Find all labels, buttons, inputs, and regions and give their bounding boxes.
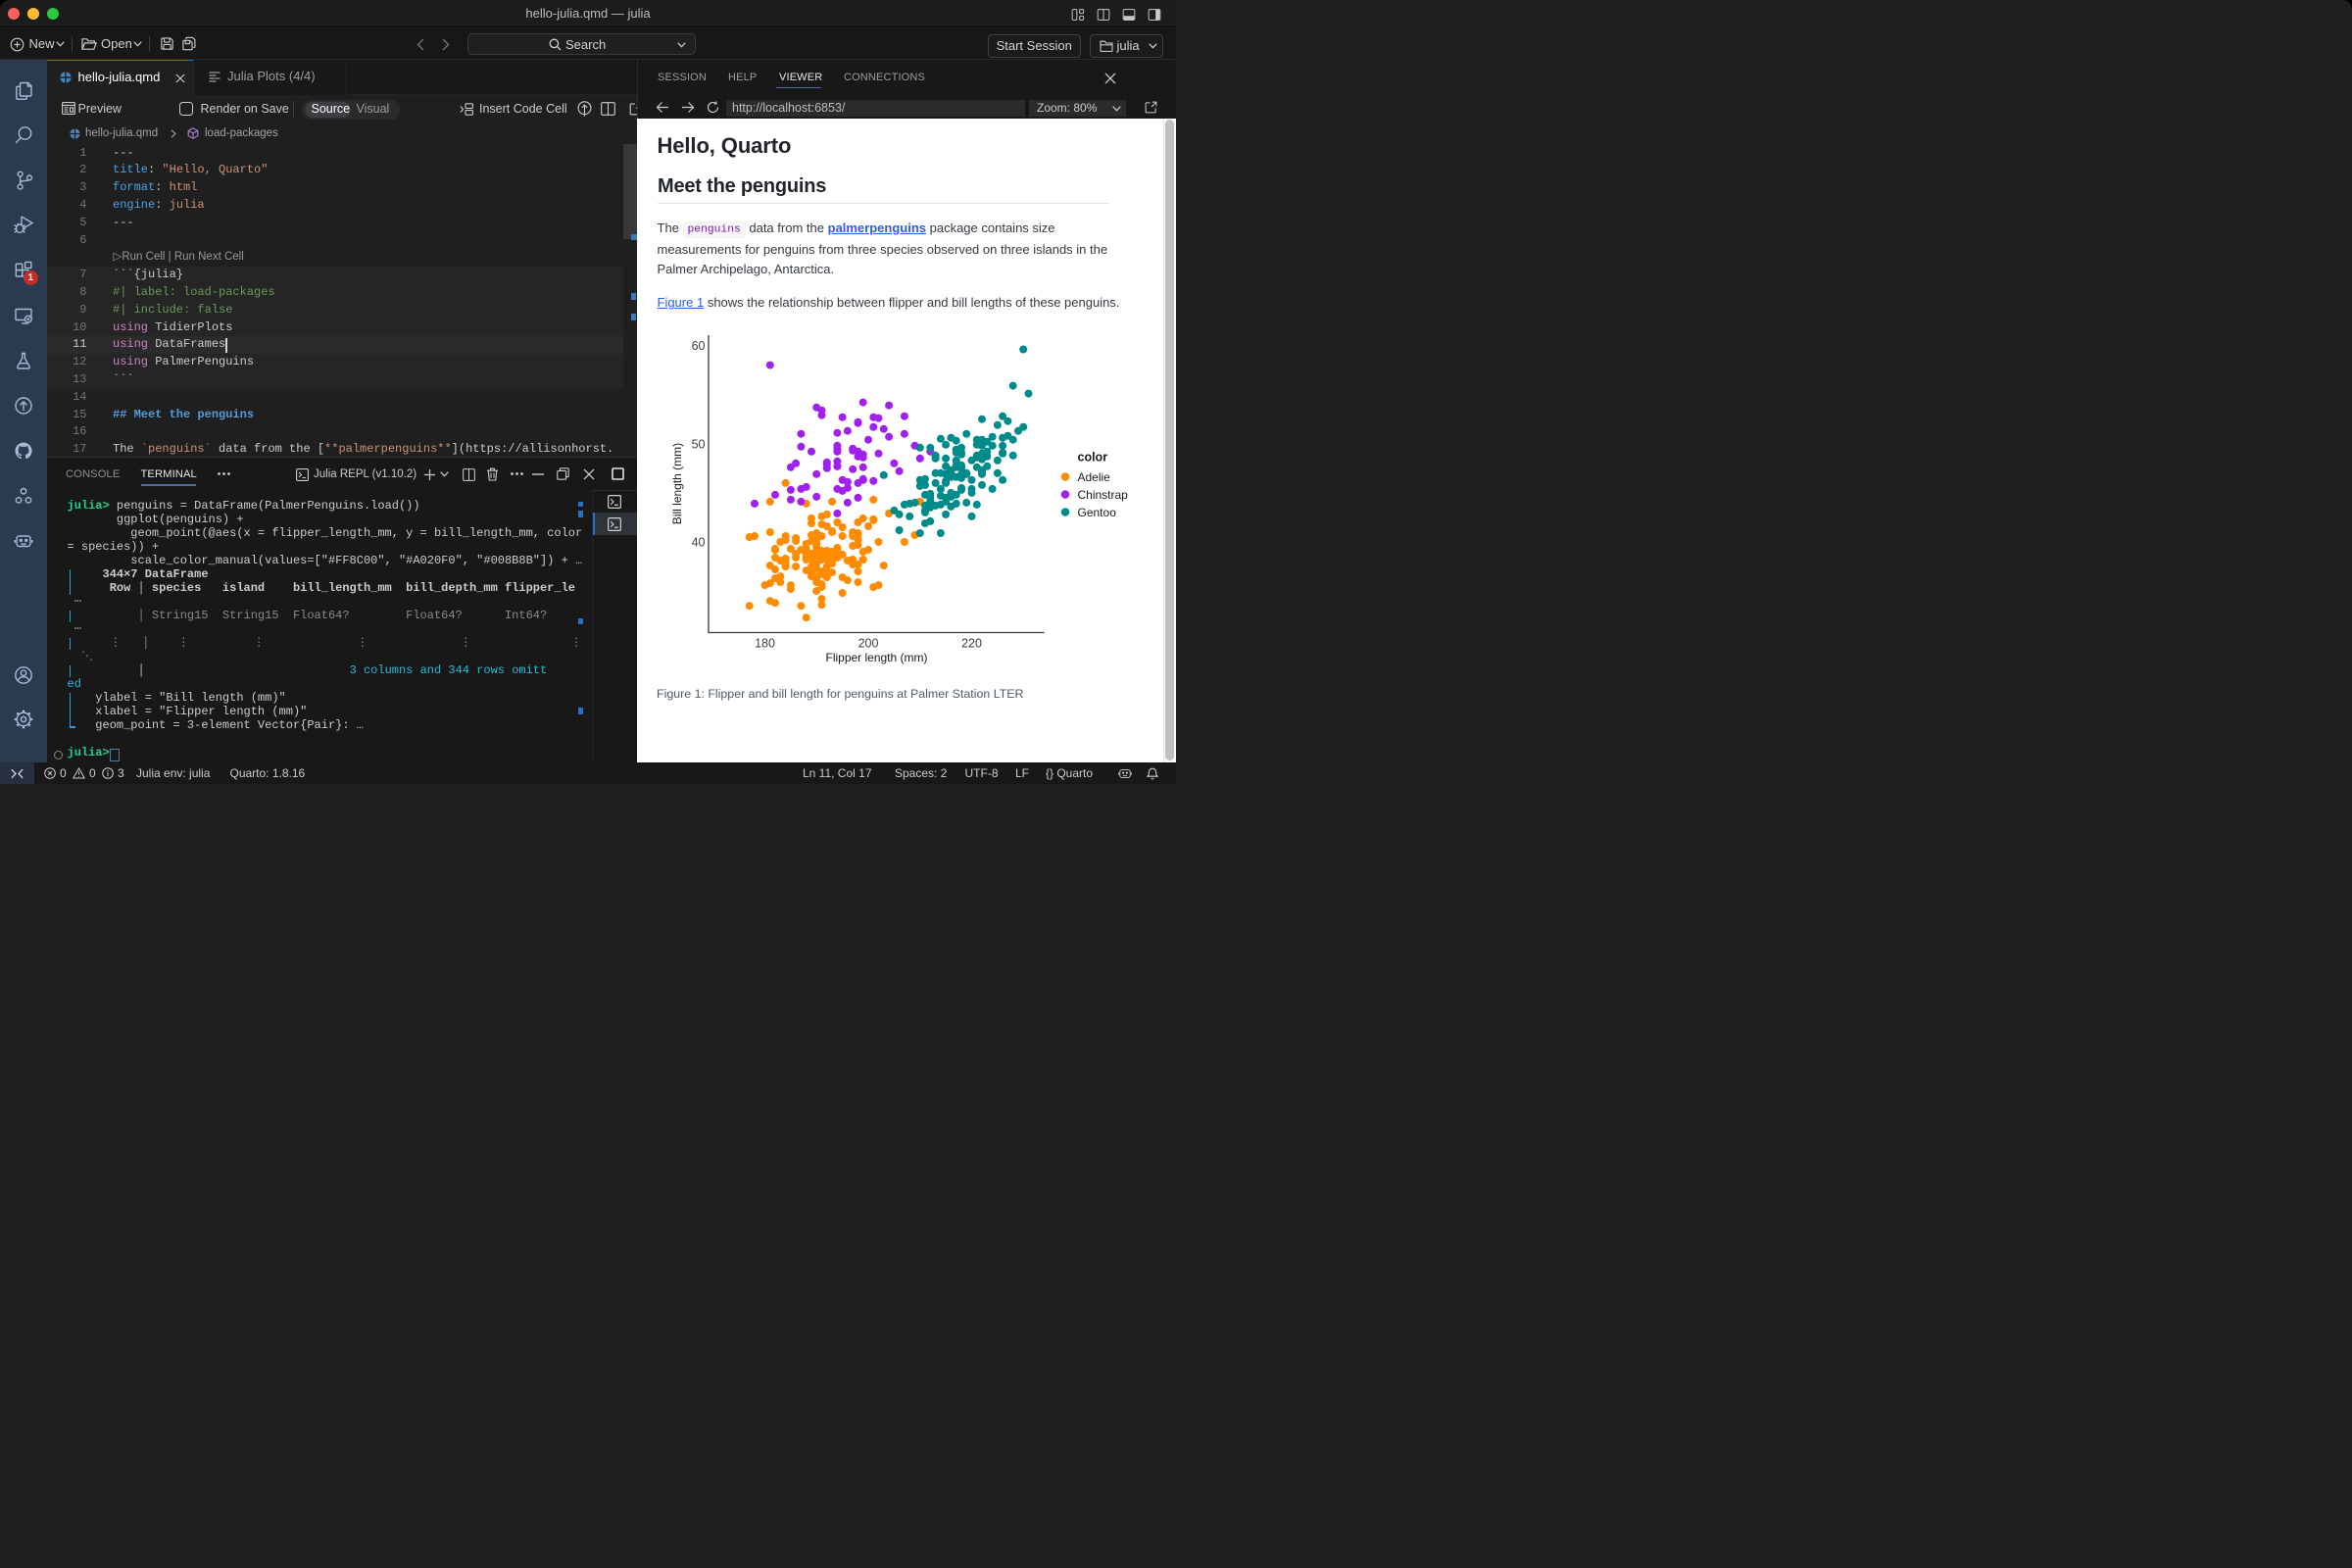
- svg-text:color: color: [1078, 451, 1108, 465]
- svg-text:200: 200: [858, 637, 879, 651]
- svg-text:Chinstrap: Chinstrap: [1078, 488, 1129, 502]
- svg-text:Bill length (mm): Bill length (mm): [670, 443, 684, 524]
- svg-text:60: 60: [692, 339, 706, 353]
- svg-text:40: 40: [692, 536, 706, 550]
- svg-text:Gentoo: Gentoo: [1078, 506, 1117, 519]
- svg-text:50: 50: [692, 437, 706, 451]
- svg-text:Flipper length (mm): Flipper length (mm): [825, 651, 927, 664]
- svg-text:180: 180: [755, 637, 775, 651]
- svg-text:Adelie: Adelie: [1078, 470, 1111, 484]
- svg-text:220: 220: [961, 637, 982, 651]
